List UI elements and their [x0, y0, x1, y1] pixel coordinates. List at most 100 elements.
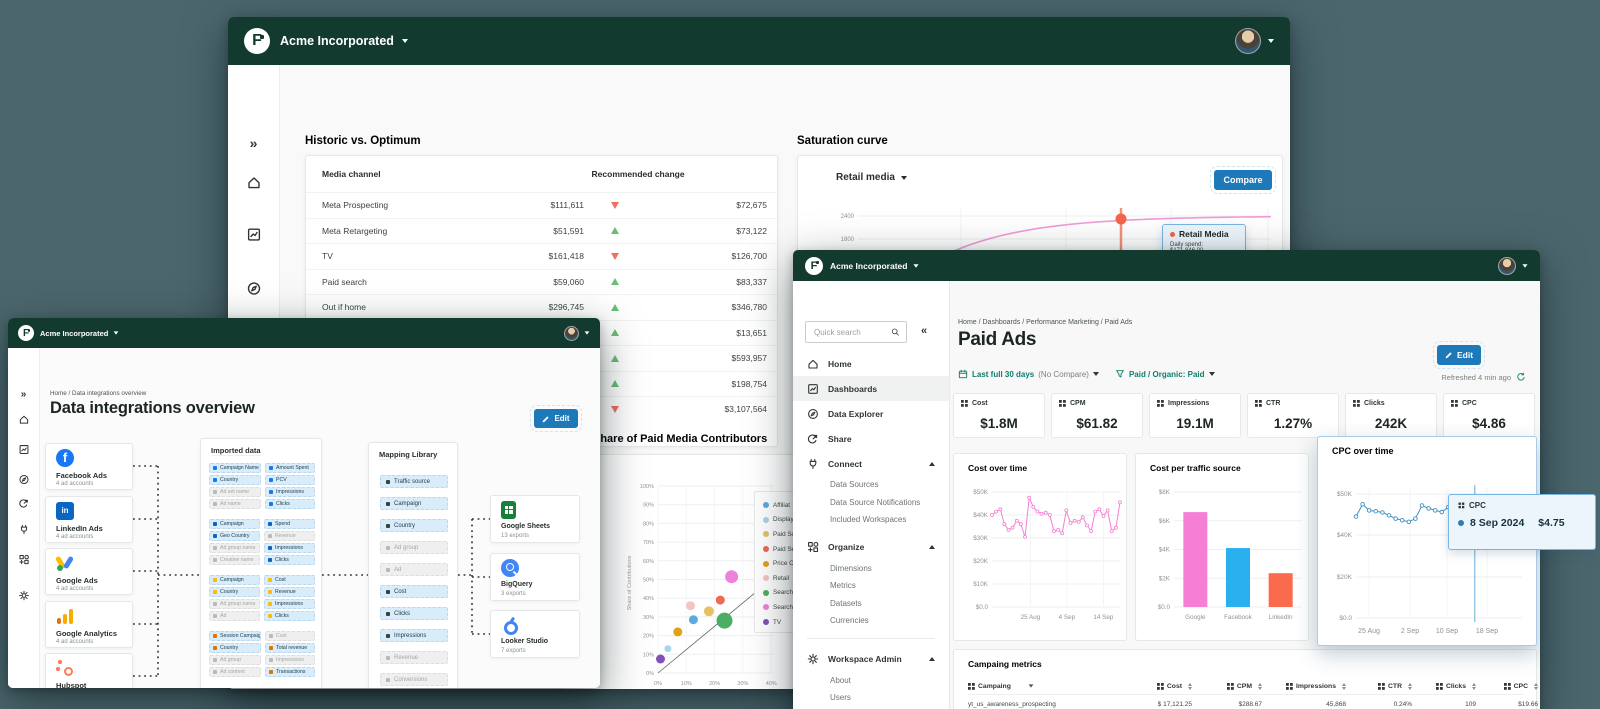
- avatar[interactable]: [1498, 257, 1516, 275]
- search-box[interactable]: [805, 321, 907, 343]
- mapping-chip[interactable]: Cost: [380, 585, 448, 598]
- funnel-logo-icon[interactable]: F: [805, 257, 823, 275]
- field-chip[interactable]: Geo Country: [209, 531, 260, 541]
- field-chip[interactable]: Clicks: [264, 611, 315, 621]
- metric-card[interactable]: Cost $1.8M: [953, 393, 1045, 438]
- edit-button[interactable]: Edit: [1437, 345, 1481, 365]
- column-header[interactable]: Impressions: [1262, 683, 1346, 690]
- sidebar-item-share[interactable]: Share: [793, 426, 949, 451]
- company-switcher[interactable]: Acme Incorporated: [40, 329, 108, 338]
- field-chip[interactable]: Ad name: [209, 499, 261, 509]
- column-header[interactable]: Clicks: [1412, 683, 1476, 690]
- field-chip[interactable]: Cost: [265, 631, 315, 641]
- sidebar-item-home[interactable]: Home: [793, 351, 949, 376]
- field-chip[interactable]: Country: [209, 475, 261, 485]
- sidebar-subitem[interactable]: Metrics: [793, 577, 949, 595]
- export-destination-card[interactable]: Looker Studio 7 exports: [490, 610, 580, 658]
- sidebar-subitem[interactable]: Datasets: [793, 595, 949, 613]
- field-chip[interactable]: Country: [209, 587, 260, 597]
- field-chip[interactable]: Total revenue: [265, 643, 315, 653]
- field-chip[interactable]: Impressions: [265, 655, 315, 665]
- mapping-chip[interactable]: Traffic source: [380, 475, 448, 488]
- integration-source-card[interactable]: Google Analytics 4 ad accounts: [45, 601, 133, 648]
- export-destination-card[interactable]: Google Sheets 13 exports: [490, 495, 580, 543]
- field-chip[interactable]: Country: [209, 643, 261, 653]
- metric-card[interactable]: Impressions 19.1M: [1149, 393, 1241, 438]
- date-range-filter[interactable]: Last full 30 days (No Compare): [958, 369, 1099, 379]
- field-chip[interactable]: Impressions: [265, 487, 315, 497]
- field-chip[interactable]: Ad group: [209, 655, 261, 665]
- mapping-chip[interactable]: Country: [380, 519, 448, 532]
- compare-button[interactable]: Compare: [1214, 170, 1272, 190]
- field-chip[interactable]: Ad content: [209, 667, 261, 677]
- refresh-icon[interactable]: [1516, 372, 1526, 382]
- data-explorer-icon[interactable]: [246, 281, 261, 296]
- integration-source-card[interactable]: LinkedIn Ads 4 ad accounts: [45, 496, 133, 543]
- chevron-down-icon[interactable]: [402, 39, 408, 43]
- paid-organic-filter[interactable]: Paid / Organic: Paid: [1115, 369, 1215, 379]
- field-chip[interactable]: Creative name: [209, 555, 260, 565]
- metric-card[interactable]: CTR 1.27%: [1247, 393, 1339, 438]
- sidebar-subitem[interactable]: Users: [793, 689, 949, 707]
- integration-source-card[interactable]: Facebook Ads 4 ad accounts: [45, 443, 133, 490]
- column-header[interactable]: CPM: [1192, 683, 1262, 690]
- dashboards-icon[interactable]: [246, 227, 261, 242]
- home-icon[interactable]: [246, 175, 261, 190]
- field-chip[interactable]: Amount Spent: [265, 463, 315, 473]
- field-chip[interactable]: Ad: [209, 611, 260, 621]
- mapping-chip[interactable]: Conversions: [380, 673, 448, 686]
- field-chip[interactable]: Revenue: [264, 587, 315, 597]
- sidebar-subitem[interactable]: Data Sources: [793, 476, 949, 494]
- field-chip[interactable]: Impressions: [264, 543, 315, 553]
- metric-card[interactable]: CPM $61.82: [1051, 393, 1143, 438]
- export-destination-card[interactable]: BigQuery 3 exports: [490, 553, 580, 601]
- mapping-chip[interactable]: Revenue: [380, 651, 448, 664]
- field-chip[interactable]: Campaign: [209, 575, 260, 585]
- field-chip[interactable]: Ad group name: [209, 543, 260, 553]
- expand-sidebar-icon[interactable]: »: [250, 135, 258, 151]
- collapse-sidebar-icon[interactable]: «: [921, 325, 927, 337]
- field-chip[interactable]: Session Campaign: [209, 631, 261, 641]
- column-header[interactable]: Cost: [1118, 683, 1192, 690]
- avatar[interactable]: [564, 326, 579, 341]
- field-chip[interactable]: Ad group name: [209, 599, 260, 609]
- field-chip[interactable]: Transactions: [265, 667, 315, 677]
- company-switcher[interactable]: Acme Incorporated: [280, 34, 394, 48]
- chevron-down-icon[interactable]: [1268, 39, 1274, 43]
- channel-selector[interactable]: Retail media: [836, 172, 907, 183]
- mapping-chip[interactable]: Clicks: [380, 607, 448, 620]
- sidebar-item-dashboards[interactable]: Dashboards: [793, 376, 949, 401]
- integration-source-card[interactable]: Google Ads 4 ad accounts: [45, 548, 133, 595]
- sidebar-subitem[interactable]: Data Source Notifications: [793, 494, 949, 512]
- integration-source-card[interactable]: Hubspot 4 accounts: [45, 653, 133, 688]
- sidebar-subitem[interactable]: About: [793, 672, 949, 690]
- chevron-down-icon[interactable]: [914, 264, 919, 267]
- search-input[interactable]: [812, 327, 887, 338]
- column-header[interactable]: CPC: [1476, 683, 1538, 690]
- field-chip[interactable]: Impressions: [264, 599, 315, 609]
- metric-card[interactable]: Clicks 242K: [1345, 393, 1437, 438]
- sidebar-subitem[interactable]: Dimensions: [793, 560, 949, 578]
- mapping-chip[interactable]: Ad group: [380, 541, 448, 554]
- chevron-down-icon[interactable]: [1522, 264, 1527, 267]
- chevron-down-icon[interactable]: [114, 331, 119, 334]
- mapping-chip[interactable]: Campaign: [380, 497, 448, 510]
- chevron-down-icon[interactable]: [585, 331, 590, 334]
- field-chip[interactable]: Clicks: [264, 555, 315, 565]
- mapping-chip[interactable]: Ad: [380, 563, 448, 576]
- mapping-chip[interactable]: Impressions: [380, 629, 448, 642]
- field-chip[interactable]: Ad set name: [209, 487, 261, 497]
- field-chip[interactable]: Revenue: [264, 531, 315, 541]
- sidebar-item-workspace-admin[interactable]: Workspace Admin: [793, 647, 949, 672]
- field-chip[interactable]: Cost: [264, 575, 315, 585]
- funnel-logo-icon[interactable]: F: [18, 325, 34, 341]
- sidebar-subitem[interactable]: Currencies: [793, 612, 949, 630]
- field-chip[interactable]: PCV: [265, 475, 315, 485]
- field-chip[interactable]: Clicks: [265, 499, 315, 509]
- sidebar-item-connect[interactable]: Connect: [793, 451, 949, 476]
- column-header[interactable]: Campaing: [968, 683, 1118, 690]
- avatar[interactable]: [1235, 28, 1261, 54]
- field-chip[interactable]: Campaign: [209, 519, 260, 529]
- company-switcher[interactable]: Acme Incorporated: [830, 261, 907, 271]
- metric-card[interactable]: CPC $4.86: [1443, 393, 1535, 438]
